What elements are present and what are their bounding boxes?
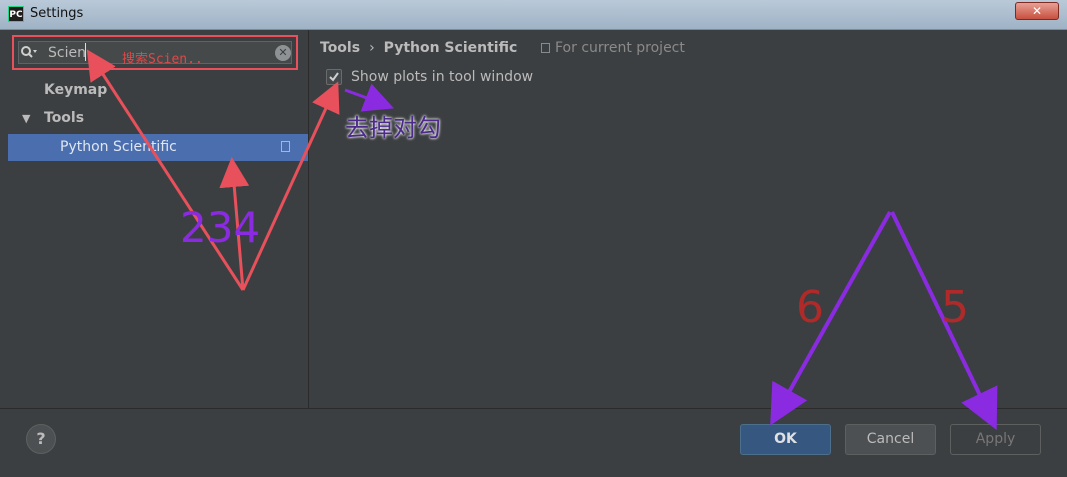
annotation-search-hint: 搜索Scien..: [122, 52, 203, 67]
breadcrumb-current: Python Scientific: [383, 40, 518, 56]
search-icon[interactable]: [20, 45, 38, 59]
tree-item-label: Python Scientific: [60, 139, 177, 155]
ok-button[interactable]: OK: [740, 424, 831, 455]
annotation-step5: 5: [941, 282, 969, 333]
clear-search-icon[interactable]: ✕: [275, 45, 291, 61]
show-plots-label[interactable]: Show plots in tool window: [351, 69, 533, 85]
scope-note: For current project: [541, 40, 685, 56]
tree-item-keymap[interactable]: Keymap: [44, 82, 107, 98]
text-caret: [85, 43, 86, 61]
project-settings-icon: [281, 141, 290, 152]
tree-item-python-scientific[interactable]: Python Scientific: [8, 134, 308, 161]
apply-button[interactable]: Apply: [950, 424, 1041, 455]
purple-arrows: [770, 211, 998, 431]
arrow-to-apply: [890, 211, 998, 431]
scope-note-text: For current project: [555, 40, 685, 56]
arrow-to-uncheck-label: [344, 83, 394, 112]
pycharm-app-icon: PC: [8, 6, 24, 22]
show-plots-checkbox[interactable]: [326, 69, 342, 85]
project-scope-icon: [541, 43, 550, 53]
annotation-uncheck: 去掉对勾: [345, 114, 441, 142]
breadcrumb-separator: ›: [369, 40, 375, 56]
cancel-button[interactable]: Cancel: [845, 424, 936, 455]
search-input[interactable]: Scien: [48, 45, 86, 61]
annotation-step6: 6: [796, 282, 824, 333]
help-button[interactable]: ?: [26, 424, 56, 454]
window-title: Settings: [30, 6, 84, 21]
window-titlebar: PC Settings ✕: [0, 0, 1067, 30]
tree-item-tools[interactable]: Tools: [44, 110, 84, 126]
checkmark-icon: [329, 72, 339, 82]
arrow-to-ok: [770, 211, 892, 426]
breadcrumb: Tools › Python Scientific: [320, 40, 517, 56]
breadcrumb-parent[interactable]: Tools: [320, 40, 360, 56]
close-window-button[interactable]: ✕: [1015, 2, 1059, 20]
expand-arrow-icon[interactable]: ▼: [22, 112, 30, 125]
